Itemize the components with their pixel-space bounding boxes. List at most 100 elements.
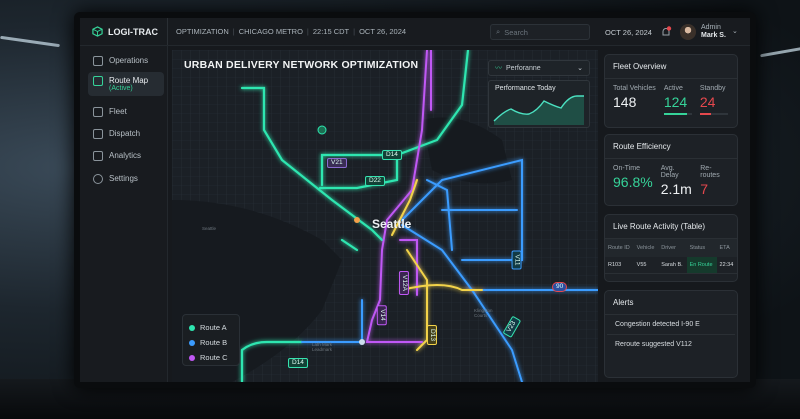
place-label: Klingston Courts xyxy=(474,308,493,318)
panel-title: Route Efficiency xyxy=(605,135,737,159)
reroutes-value: 7 xyxy=(700,181,709,197)
grid-icon xyxy=(93,56,103,66)
column-header[interactable]: ETA xyxy=(716,239,737,257)
chevron-down-icon: ⌄ xyxy=(577,65,583,72)
vehicle-label[interactable]: D13 xyxy=(426,325,437,345)
map-title: URBAN DELIVERY NETWORK OPTIMIZATION xyxy=(184,59,419,71)
crumb-region[interactable]: CHICAGO METRO xyxy=(239,27,303,36)
crumb-date: OCT 26, 2024 xyxy=(359,27,407,36)
user-name: Mark S. xyxy=(701,32,726,39)
junction-marker[interactable] xyxy=(359,339,365,345)
active-value: 124 xyxy=(663,94,688,110)
column-header[interactable]: Route ID xyxy=(605,239,634,257)
table-row[interactable]: R103 V55 Sarah B. En Route 22:34 xyxy=(605,257,737,274)
delay-value: 2.1m xyxy=(660,181,692,197)
route-id-cell: R103 xyxy=(605,257,634,274)
sidebar-item-analytics[interactable]: Analytics xyxy=(88,147,164,165)
fleet-overview-panel: Fleet Overview Total Vehicles 148 Active 1… xyxy=(604,54,738,128)
panel-title: Fleet Overview xyxy=(605,55,737,79)
sidebar-item-label: Dispatch xyxy=(109,129,141,138)
total-vehicles-value: 148 xyxy=(613,94,637,110)
standby-bar xyxy=(699,113,728,115)
sidebar-item-label: Operations xyxy=(109,56,149,65)
trend-icon: 〰 xyxy=(495,65,502,72)
driver-cell: Sarah B. xyxy=(658,257,687,274)
status-badge: En Route xyxy=(686,257,717,274)
column-header[interactable]: Status xyxy=(686,239,717,257)
logo[interactable]: LOGI-TRAC xyxy=(80,18,168,45)
alert-item[interactable]: Congestion detected I-90 E xyxy=(607,315,735,335)
vehicle-label[interactable]: D22 xyxy=(365,176,385,186)
live-route-activity-panel: Live Route Activity (Table) Route ID Vehi… xyxy=(604,214,738,282)
sidebar-item-dispatch[interactable]: Dispatch xyxy=(88,125,164,143)
user-role: Admin xyxy=(701,24,721,31)
sidebar-item-fleet[interactable]: Fleet xyxy=(88,103,164,121)
performance-sparkline xyxy=(493,95,584,125)
alerts-panel: Alerts Congestion detected I-90 E Rerout… xyxy=(604,290,738,378)
breadcrumb: OPTIMIZATION | CHICAGO METRO | 22:15 CDT | … xyxy=(176,27,407,36)
chevron-down-icon[interactable]: ⌄ xyxy=(732,27,738,35)
ontime-value: 96.8% xyxy=(613,174,653,190)
activity-table: Route ID Vehicle Driver Status ETA R103 V55 Sa… xyxy=(605,239,737,274)
column-header[interactable]: Vehicle xyxy=(633,239,659,257)
depot-marker[interactable] xyxy=(354,217,360,223)
sidebar-item-settings[interactable]: Settings xyxy=(88,170,164,188)
vehicle-label[interactable]: D14 xyxy=(288,358,308,368)
chart-icon xyxy=(93,151,103,161)
performance-card: Performance Today xyxy=(488,80,590,128)
route-legend: Route A Route B Route C xyxy=(182,314,240,366)
bell-icon[interactable] xyxy=(660,26,672,38)
place-label: Lath Mark Leadmark xyxy=(312,342,333,352)
active-tag: (Active) xyxy=(109,85,133,92)
performance-select[interactable]: 〰 Perforanne ⌄ xyxy=(488,60,590,76)
gear-icon xyxy=(93,174,103,184)
user-menu[interactable]: Admin Mark S. xyxy=(701,24,726,40)
sidebar: Operations Route Map (Active) Fleet Dispa… xyxy=(80,46,168,382)
sidebar-item-label: Settings xyxy=(109,174,138,183)
route-efficiency-panel: Route Efficiency On-Time 96.8% Avg. Delay… xyxy=(604,134,738,206)
map-icon xyxy=(93,76,103,86)
alert-item[interactable]: Reroute suggested V112 xyxy=(607,335,735,354)
stat-label: Avg. Delay xyxy=(660,165,679,179)
panel-title: Alerts xyxy=(605,291,737,315)
avatar[interactable] xyxy=(680,24,696,40)
eta-cell: 22:34 xyxy=(716,257,737,274)
sidebar-item-label: Analytics xyxy=(109,151,142,160)
vehicle-label[interactable]: V21 xyxy=(327,158,347,168)
header-date: OCT 26, 2024 xyxy=(605,28,652,37)
active-bar xyxy=(663,113,692,115)
stat-label: Standby xyxy=(699,85,726,92)
search-input[interactable]: ⌕ Search xyxy=(490,24,590,40)
cube-logo-icon xyxy=(92,26,103,37)
legend-route-b[interactable]: Route B xyxy=(189,335,233,350)
stat-label: Active xyxy=(663,85,683,92)
route-map[interactable]: URBAN DELIVERY NETWORK OPTIMIZATION Seat… xyxy=(172,50,598,382)
crumb-time: 22:15 CDT xyxy=(312,27,350,36)
sidebar-item-label: Fleet xyxy=(109,107,127,116)
search-placeholder: Search xyxy=(504,27,528,37)
highway-shield: 90 xyxy=(552,282,568,292)
stat-label: On-Time xyxy=(613,165,640,172)
place-label: Seattle xyxy=(202,226,217,231)
legend-route-c[interactable]: Route C xyxy=(189,350,233,365)
sidebar-item-route-map[interactable]: Route Map (Active) xyxy=(88,72,164,96)
search-icon: ⌕ xyxy=(496,27,501,36)
app-screen: LOGI-TRAC OPTIMIZATION | CHICAGO METRO | 2… xyxy=(80,18,750,382)
panel-title: Live Route Activity (Table) xyxy=(605,215,737,239)
column-header[interactable]: Driver xyxy=(658,239,687,257)
sliders-icon xyxy=(93,129,103,139)
city-label: Seattle xyxy=(372,217,412,231)
top-bar: LOGI-TRAC OPTIMIZATION | CHICAGO METRO | 2… xyxy=(80,18,750,46)
vehicle-label[interactable]: V14 xyxy=(376,305,387,325)
vehicle-label[interactable]: V12A xyxy=(398,271,409,295)
vehicle-label[interactable]: D14 xyxy=(382,150,402,160)
vehicle-marker[interactable] xyxy=(317,125,327,135)
stat-label: Re-routes xyxy=(700,165,720,179)
performance-select-value: Perforanne xyxy=(506,64,541,72)
sidebar-item-operations[interactable]: Operations xyxy=(88,52,164,70)
vehicle-label[interactable]: V11 xyxy=(511,250,522,270)
legend-route-a[interactable]: Route A xyxy=(189,320,233,335)
standby-value: 24 xyxy=(699,94,716,110)
crumb-section[interactable]: OPTIMIZATION xyxy=(176,27,229,36)
app-name: LOGI-TRAC xyxy=(108,26,158,37)
